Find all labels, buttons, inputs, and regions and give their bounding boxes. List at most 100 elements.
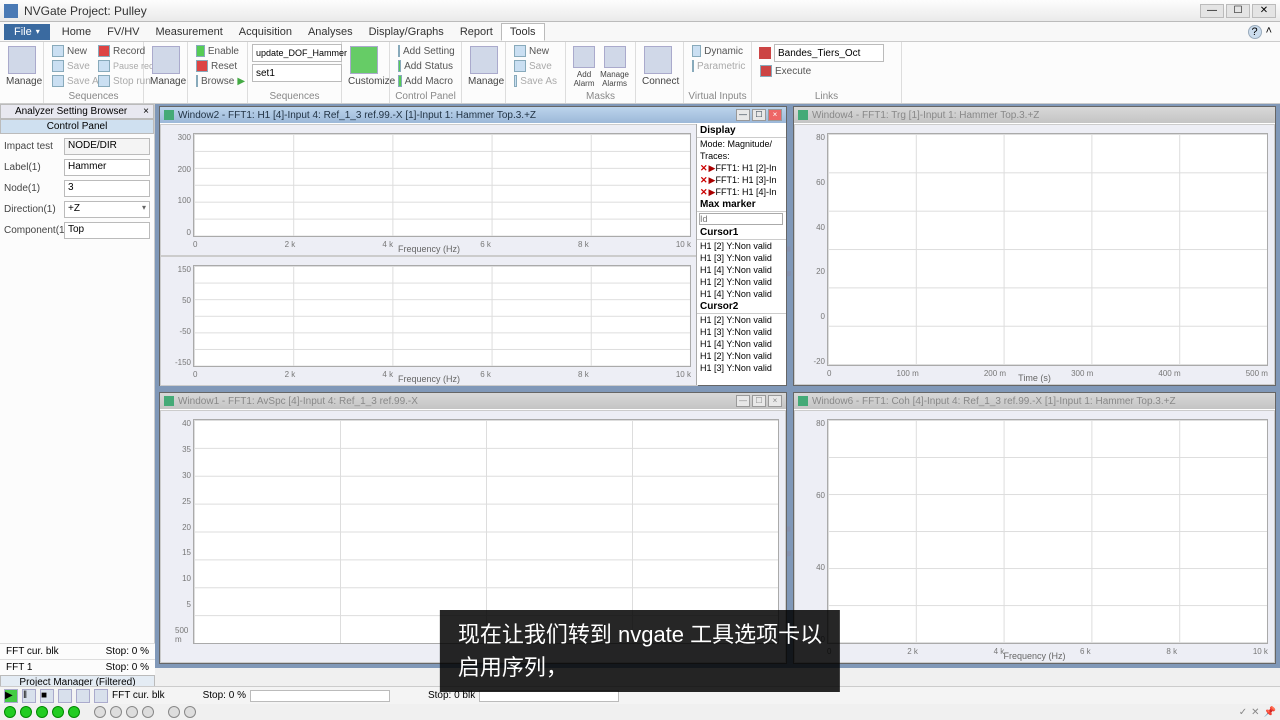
file-menu[interactable]: File: [4, 24, 50, 40]
node-field[interactable]: 3: [64, 180, 150, 197]
window4-header[interactable]: Window4 - FFT1: Trg [1]-Input 1: Hammer …: [794, 107, 1275, 123]
pause-button[interactable]: ‖: [22, 689, 36, 703]
alarm-icon: [573, 46, 595, 68]
macro-combo[interactable]: update_DOF_Hammer: [252, 44, 342, 62]
check-icon[interactable]: ✓: [1239, 707, 1247, 718]
component-field[interactable]: Top: [64, 222, 150, 239]
collapse-ribbon-icon[interactable]: ˄: [1266, 25, 1272, 39]
impact-field[interactable]: NODE/DIR: [64, 138, 150, 155]
impact-label: Impact test: [4, 141, 64, 152]
customize-button[interactable]: Customize: [346, 44, 382, 89]
pin-icon[interactable]: 📌: [1264, 707, 1276, 718]
dynamic-button[interactable]: Dynamic: [688, 44, 747, 58]
add-macro-button[interactable]: Add Macro: [394, 74, 457, 88]
sequences-label: Sequences: [44, 91, 143, 102]
macro-field[interactable]: set1: [252, 64, 342, 82]
reset-button[interactable]: Reset: [192, 59, 243, 73]
status-led: [142, 706, 154, 718]
menu-acquisition[interactable]: Acquisition: [231, 24, 300, 40]
links-combo[interactable]: Bandes_Tiers_Oct: [774, 44, 884, 62]
tool-button[interactable]: [58, 689, 72, 703]
save2-button: Save: [510, 59, 561, 73]
max-icon[interactable]: ☐: [752, 395, 766, 407]
pause-icon: [98, 60, 110, 72]
manage3-button[interactable]: Manage: [466, 44, 502, 89]
help-icon[interactable]: ?: [1248, 25, 1262, 39]
window4: Window4 - FFT1: Trg [1]-Input 1: Hammer …: [793, 106, 1276, 386]
menu-fvhv[interactable]: FV/HV: [99, 24, 147, 40]
analyzer-header[interactable]: ×Analyzer Setting Browser: [0, 104, 154, 119]
menu-home[interactable]: Home: [54, 24, 99, 40]
enable-icon: [196, 45, 205, 57]
status-led: [4, 706, 16, 718]
menu-measurement[interactable]: Measurement: [148, 24, 231, 40]
saveas2-button: Save As: [510, 74, 561, 88]
connect-button[interactable]: Connect: [640, 44, 676, 89]
enable-button[interactable]: Enable: [192, 44, 243, 58]
chart-grid[interactable]: [193, 265, 691, 367]
id-input[interactable]: [699, 213, 783, 225]
close-icon[interactable]: ×: [768, 395, 782, 407]
add-setting-button[interactable]: Add Setting: [394, 44, 457, 58]
label-field[interactable]: Hammer: [64, 159, 150, 176]
status-led-row: ✓ ✕ 📌: [0, 704, 1280, 720]
min-icon[interactable]: —: [736, 109, 750, 121]
manage2-button[interactable]: Manage: [148, 44, 184, 89]
execute-icon: [760, 65, 772, 77]
alarms-icon: [604, 46, 626, 68]
status-led: [110, 706, 122, 718]
play-button[interactable]: ▶: [4, 689, 18, 703]
window2-header[interactable]: Window2 - FFT1: H1 [4]-Input 4: Ref_1_3 …: [160, 107, 786, 123]
chart-grid[interactable]: [827, 419, 1268, 644]
x-icon[interactable]: ✕: [1251, 707, 1259, 718]
maximize-button[interactable]: ☐: [1226, 4, 1250, 18]
add-alarm-button[interactable]: AddAlarm: [570, 44, 598, 90]
stop-button[interactable]: ■: [40, 689, 54, 703]
control-panel-header[interactable]: Control Panel: [0, 119, 154, 134]
chart-icon: [164, 110, 174, 120]
status-led: [52, 706, 64, 718]
status-led: [184, 706, 196, 718]
direction-select[interactable]: +Z: [64, 201, 150, 218]
progress-bar: [250, 690, 390, 702]
tool-button[interactable]: [94, 689, 108, 703]
close-icon[interactable]: ×: [140, 106, 152, 117]
max-icon[interactable]: ☐: [752, 109, 766, 121]
plus-icon: [398, 60, 401, 72]
parametric-icon: [692, 60, 694, 72]
add-status-button[interactable]: Add Status: [394, 59, 457, 73]
manage2-icon: [152, 46, 180, 74]
fft1-label: FFT 1: [6, 662, 32, 673]
manage-button[interactable]: Manage: [4, 44, 40, 89]
chart-grid[interactable]: [193, 133, 691, 237]
minimize-button[interactable]: —: [1200, 4, 1224, 18]
manage-icon: [8, 46, 36, 74]
window1-header[interactable]: Window1 - FFT1: AvSpc [4]-Input 4: Ref_1…: [160, 393, 786, 409]
manage3-icon: [470, 46, 498, 74]
status-led: [68, 706, 80, 718]
close-icon[interactable]: ×: [768, 109, 782, 121]
manage-alarms-button[interactable]: ManageAlarms: [598, 44, 631, 90]
menu-display[interactable]: Display/Graphs: [361, 24, 452, 40]
reset-icon: [196, 60, 208, 72]
tool-button[interactable]: [76, 689, 90, 703]
chart-icon: [164, 396, 174, 406]
chart-grid[interactable]: [827, 133, 1268, 366]
subtitle-overlay: 现在让我们转到 nvgate 工具选项卡以 启用序列，: [440, 610, 840, 692]
window6-header[interactable]: Window6 - FFT1: Coh [4]-Input 4: Ref_1_3…: [794, 393, 1275, 409]
display-panel: Display Mode: Magnitude/ Traces: ✕▶FFT1:…: [696, 124, 786, 385]
menu-tools[interactable]: Tools: [501, 23, 545, 41]
window6: Window6 - FFT1: Coh [4]-Input 4: Ref_1_3…: [793, 392, 1276, 664]
status-led: [36, 706, 48, 718]
connect-icon: [644, 46, 672, 74]
min-icon[interactable]: —: [736, 395, 750, 407]
menu-analyses[interactable]: Analyses: [300, 24, 361, 40]
window6-title: Window6 - FFT1: Coh [4]-Input 4: Ref_1_3…: [812, 396, 1176, 407]
new-icon: [52, 45, 64, 57]
new2-button[interactable]: New: [510, 44, 561, 58]
menu-report[interactable]: Report: [452, 24, 501, 40]
browse-button[interactable]: Browse▶: [192, 74, 243, 88]
execute-button[interactable]: Execute: [756, 64, 897, 78]
link-icon: [759, 47, 771, 59]
close-button[interactable]: ✕: [1252, 4, 1276, 18]
